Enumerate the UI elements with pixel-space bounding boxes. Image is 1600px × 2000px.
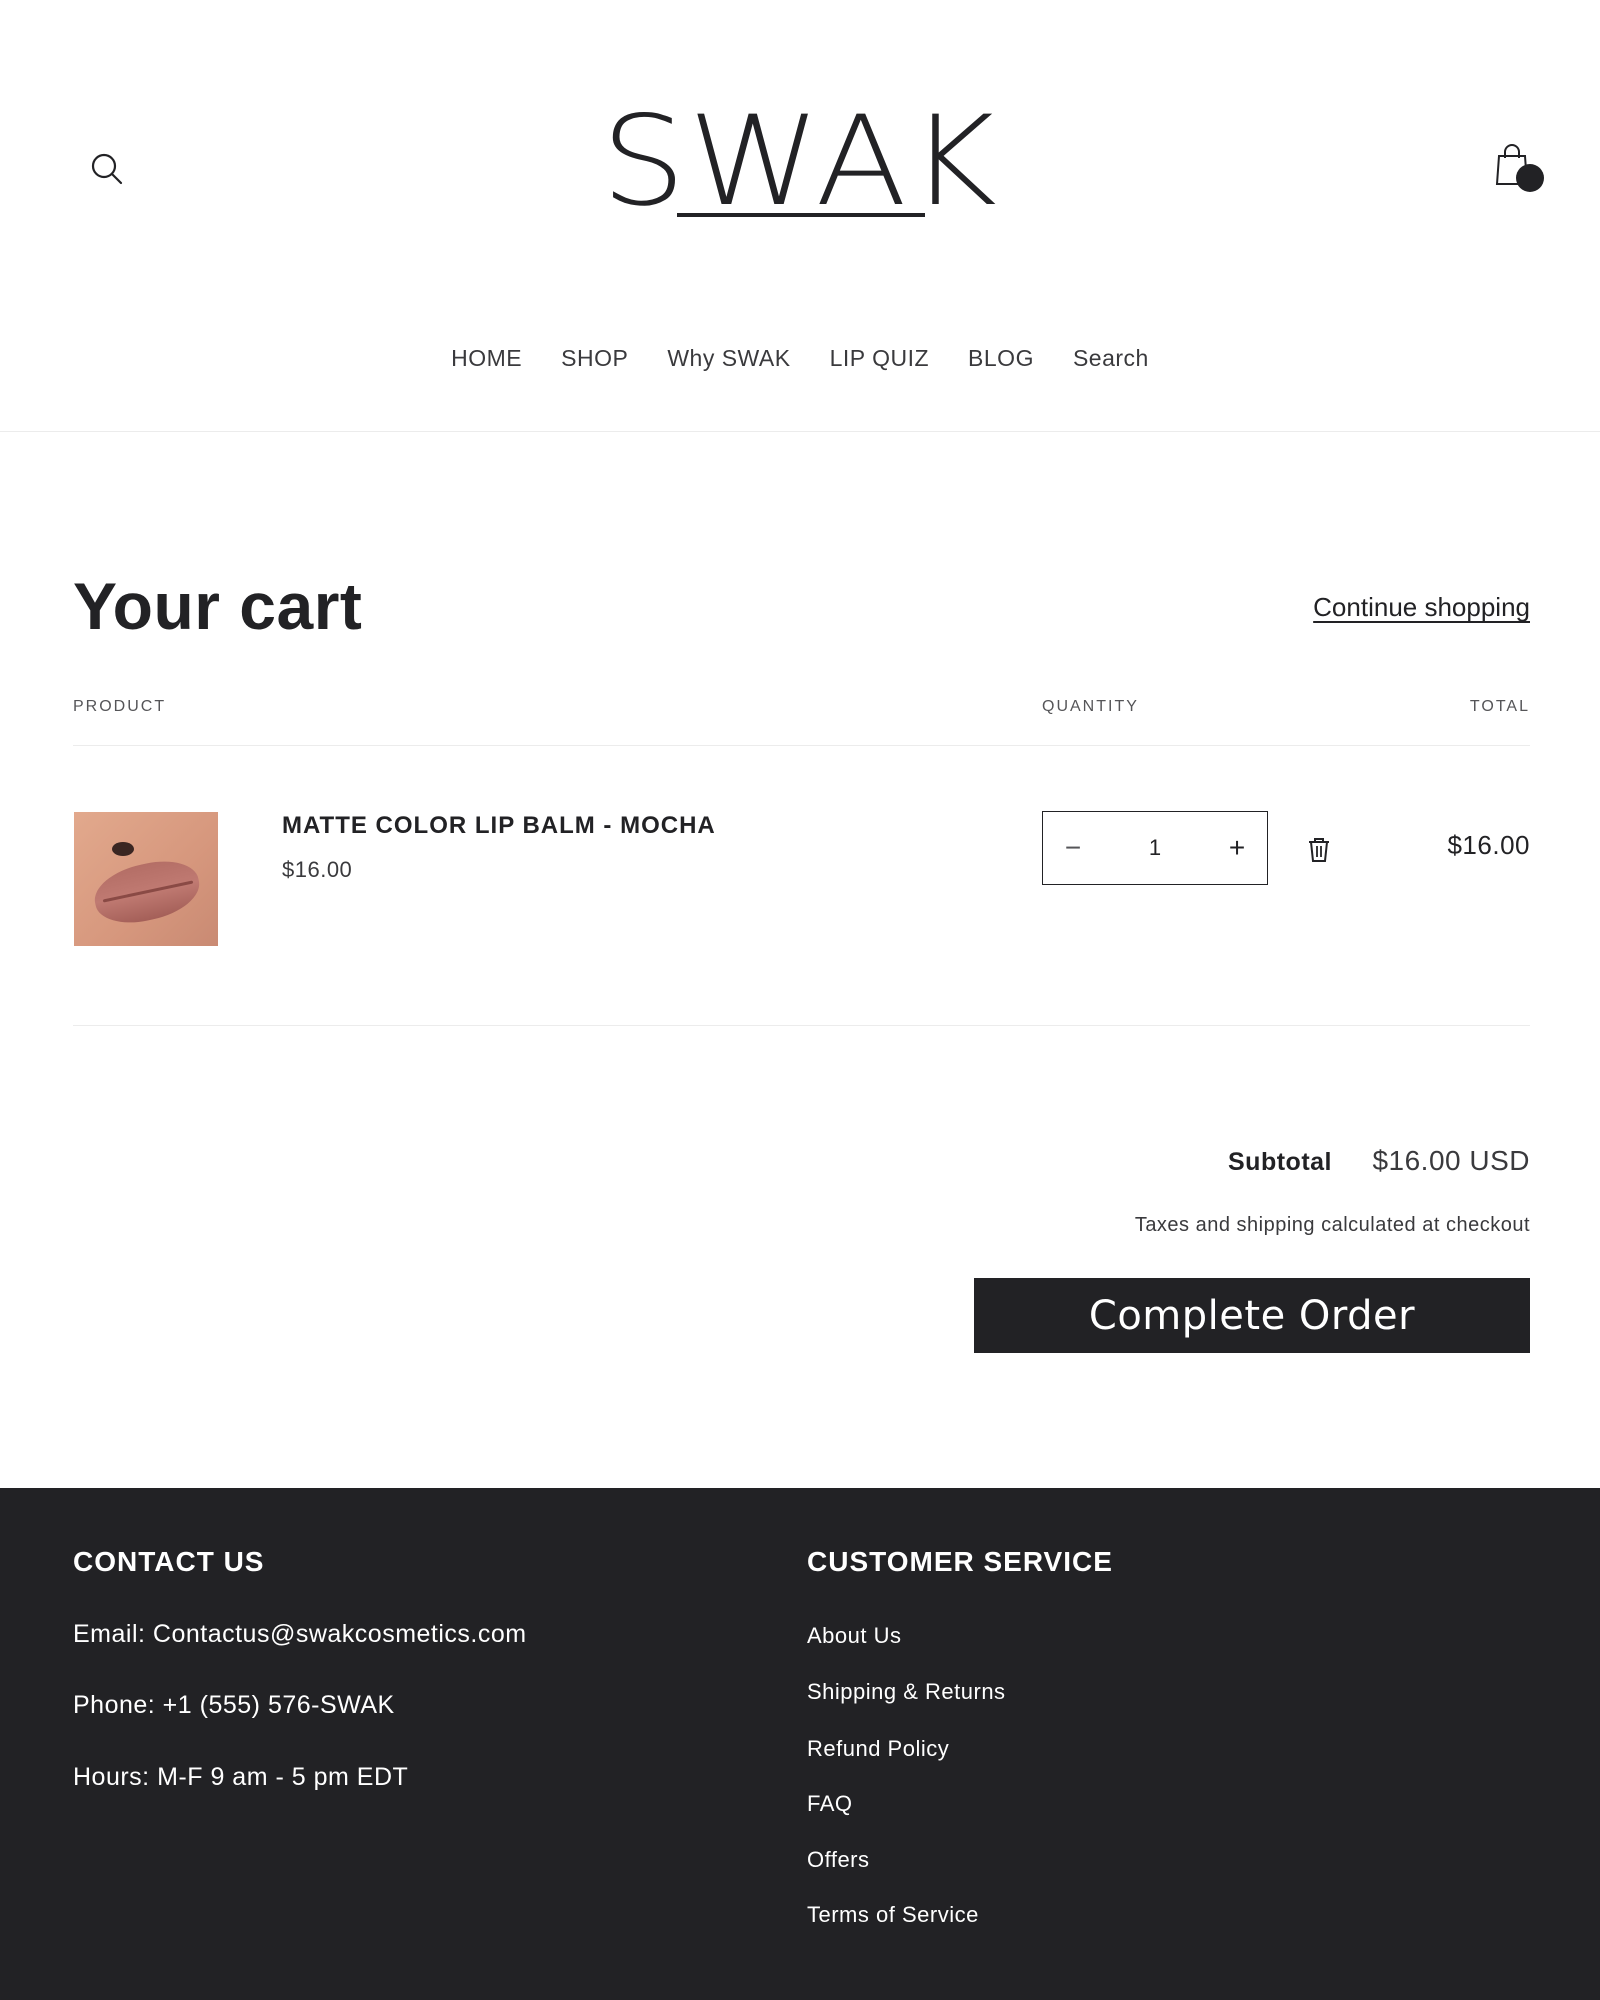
site-header: SWAK HOME SHOP Why SWAK LIP QUIZ BLOG Se… [0,0,1600,432]
quantity-input[interactable]: 1 [1103,812,1207,884]
trash-icon[interactable] [1306,836,1332,864]
contact-email[interactable]: Email: Contactus@swakcosmetics.com [73,1620,527,1649]
footer-link-shipping-returns[interactable]: Shipping & Returns [807,1679,1006,1705]
customer-service-heading: CUSTOMER SERVICE [807,1546,1113,1577]
cart-count-badge [1516,164,1544,192]
column-header-product: PRODUCT [73,698,167,715]
brand-logo[interactable]: SWAK [585,100,1015,225]
column-header-total: TOTAL [1469,698,1530,715]
subtotal-value: $16.00 USD [1372,1145,1530,1176]
product-unit-price: $16.00 [282,857,353,882]
logo-wordmark: SWAK [600,90,1000,234]
column-header-quantity: QUANTITY [1042,698,1139,715]
contact-heading: CONTACT US [73,1546,265,1577]
nav-shop[interactable]: SHOP [561,345,628,372]
line-item-total: $16.00 [1447,830,1530,860]
quantity-increase-button[interactable]: + [1207,812,1267,884]
quantity-decrease-button[interactable]: − [1043,812,1103,884]
footer-link-offers[interactable]: Offers [807,1847,870,1873]
search-icon[interactable] [86,148,130,192]
divider [73,745,1530,746]
thumbnail-nose [112,842,134,856]
quantity-stepper: − 1 + [1042,811,1268,885]
site-footer: CONTACT US Email: Contactus@swakcosmetic… [0,1488,1600,2000]
nav-search[interactable]: Search [1073,345,1149,372]
continue-shopping-link[interactable]: Continue shopping [1313,592,1530,623]
footer-link-refund-policy[interactable]: Refund Policy [807,1736,949,1762]
contact-hours: Hours: M-F 9 am - 5 pm EDT [73,1763,409,1791]
nav-lip-quiz[interactable]: LIP QUIZ [830,345,929,372]
page-title: Your cart [73,569,363,643]
nav-blog[interactable]: BLOG [968,345,1034,372]
complete-order-button[interactable]: Complete Order [974,1278,1530,1353]
divider [73,1025,1530,1026]
subtotal-label: Subtotal [1228,1148,1332,1176]
nav-home[interactable]: HOME [451,345,522,372]
footer-link-faq[interactable]: FAQ [807,1791,853,1817]
contact-phone[interactable]: Phone: +1 (555) 576-SWAK [73,1691,395,1720]
main-nav: HOME SHOP Why SWAK LIP QUIZ BLOG Search [0,345,1600,372]
product-thumbnail[interactable] [74,812,218,946]
logo-underline [677,213,925,217]
product-name-link[interactable]: MATTE COLOR LIP BALM - MOCHA [282,812,716,840]
footer-link-about-us[interactable]: About Us [807,1623,902,1649]
nav-why-swak[interactable]: Why SWAK [667,345,790,372]
tax-note: Taxes and shipping calculated at checkou… [1134,1214,1530,1236]
shopping-bag-icon[interactable] [1494,142,1544,194]
footer-link-terms-of-service[interactable]: Terms of Service [807,1902,979,1928]
